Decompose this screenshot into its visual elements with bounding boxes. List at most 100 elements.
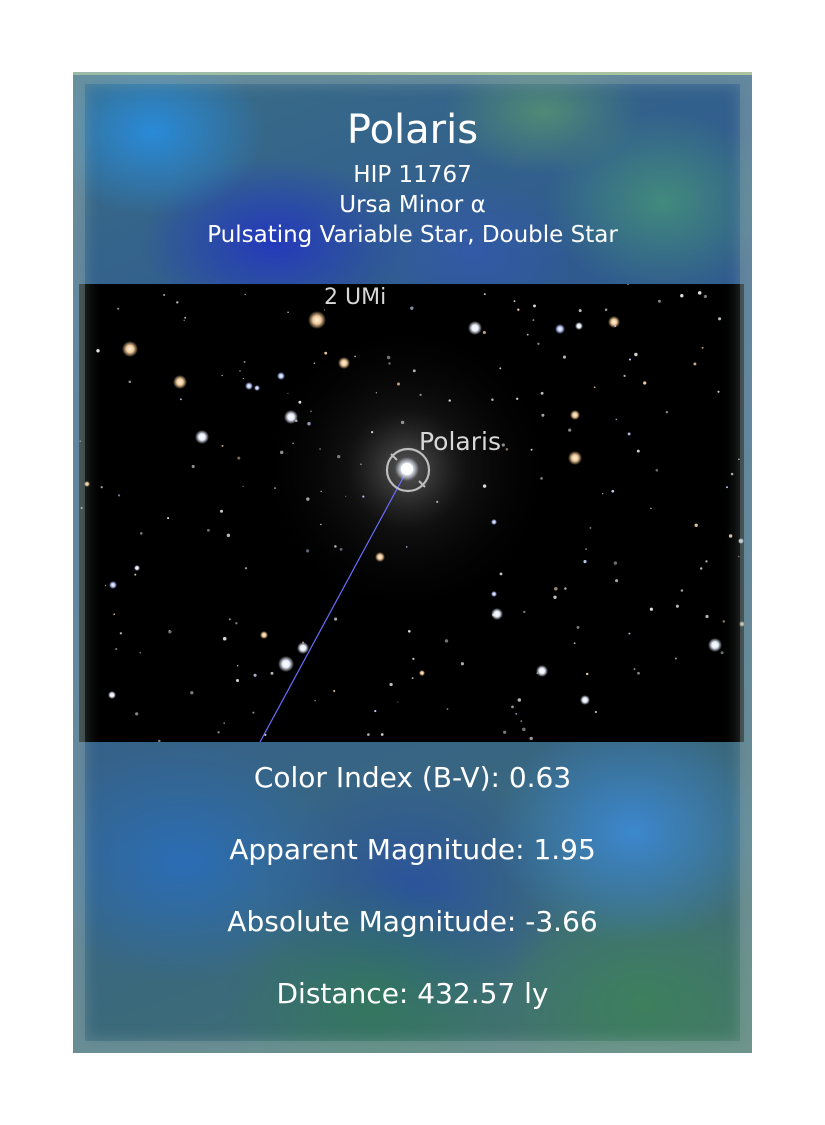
star-point	[580, 695, 590, 705]
faint-star-point	[604, 308, 608, 311]
faint-star-point	[483, 293, 486, 296]
faint-star-point	[104, 584, 107, 587]
faint-star-point	[655, 468, 659, 472]
faint-star-point	[410, 306, 414, 310]
faint-star-point	[292, 442, 294, 444]
star-point	[708, 638, 722, 652]
star-point	[297, 642, 309, 654]
faint-star-point	[705, 614, 709, 619]
faint-star-point	[386, 355, 391, 360]
constellation-designation: Ursa Minor α	[339, 192, 486, 218]
faint-star-point	[279, 450, 284, 455]
faint-star-point	[405, 546, 408, 548]
faint-star-point	[167, 517, 170, 520]
faint-star-point	[583, 560, 587, 564]
faint-star-point	[228, 618, 231, 621]
faint-star-point	[139, 532, 143, 535]
faint-star-point	[223, 722, 225, 724]
faint-star-point	[517, 698, 522, 702]
faint-star-point	[697, 291, 702, 295]
faint-star-point	[446, 708, 449, 710]
faint-star-point	[665, 411, 669, 414]
faint-star-point	[444, 639, 449, 643]
star-point	[245, 382, 253, 390]
star-point	[195, 430, 209, 444]
faint-star-point	[270, 671, 274, 675]
star-point	[575, 322, 583, 330]
faint-star-point	[637, 671, 640, 675]
faint-star-point	[119, 632, 122, 635]
faint-star-point	[614, 325, 617, 327]
faint-star-point	[313, 362, 316, 364]
faint-star-point	[176, 301, 179, 304]
faint-star-point	[730, 472, 734, 476]
faint-star-point	[324, 351, 328, 355]
faint-star-point	[532, 319, 535, 322]
faint-star-point	[333, 689, 336, 693]
faint-star-point	[236, 679, 239, 682]
faint-star-point	[491, 398, 494, 402]
faint-star-point	[615, 418, 618, 421]
star-point	[536, 665, 548, 677]
star-info-card: Polaris HIP 11767 Ursa Minor α Pulsating…	[73, 72, 752, 1053]
star-point	[555, 324, 565, 334]
star-point	[84, 481, 90, 487]
faint-star-point	[728, 534, 733, 538]
faint-star-point	[594, 710, 598, 714]
faint-star-point	[360, 463, 362, 466]
sky-map[interactable]: Polaris 2 UMi	[79, 284, 744, 742]
catalog-id: HIP 11767	[353, 162, 472, 188]
faint-star-point	[492, 613, 496, 617]
faint-star-point	[718, 317, 722, 321]
star-point	[338, 357, 350, 369]
faint-star-point	[737, 555, 740, 558]
faint-star-point	[113, 613, 116, 616]
faint-star-point	[354, 355, 356, 358]
faint-star-point	[242, 377, 245, 380]
star-point	[122, 341, 138, 357]
faint-star-point	[222, 636, 227, 641]
faint-star-point	[221, 444, 224, 447]
faint-star-point	[578, 309, 582, 313]
faint-star-point	[680, 294, 684, 298]
faint-star-point	[388, 362, 391, 365]
faint-star-point	[79, 440, 81, 442]
faint-star-point	[139, 651, 142, 654]
faint-star-point	[726, 486, 728, 489]
faint-star-point	[117, 307, 120, 310]
faint-star-point	[412, 657, 415, 661]
star-point	[568, 451, 582, 465]
faint-star-point	[389, 682, 393, 687]
faint-star-point	[221, 374, 223, 377]
faint-star-point	[526, 333, 529, 336]
faint-star-point	[190, 691, 194, 695]
faint-star-point	[499, 367, 502, 370]
star-point	[468, 321, 482, 335]
faint-star-point	[253, 673, 257, 677]
faint-star-point	[536, 672, 539, 675]
faint-star-point	[738, 458, 740, 461]
faint-star-point	[80, 506, 83, 510]
faint-star-point	[217, 731, 220, 734]
faint-star-point	[306, 497, 310, 501]
faint-star-point	[693, 362, 697, 366]
faint-star-point	[643, 381, 647, 385]
sky-map-canvas[interactable]: Polaris 2 UMi	[79, 284, 744, 742]
faint-star-point	[541, 413, 545, 417]
faint-star-point	[634, 352, 638, 357]
faint-star-point	[585, 672, 589, 676]
faint-star-point	[158, 739, 161, 742]
faint-star-point	[370, 430, 374, 434]
faint-star-point	[407, 629, 411, 633]
faint-star-point	[717, 390, 720, 393]
star-point	[608, 316, 620, 328]
faint-star-point	[553, 595, 557, 600]
faint-star-point	[191, 464, 195, 469]
faint-star-point	[367, 733, 370, 736]
faint-star-point	[650, 507, 652, 510]
faint-star-point	[501, 443, 505, 447]
faint-star-point	[375, 392, 378, 394]
faint-star-point	[287, 311, 289, 314]
star-point	[375, 552, 385, 562]
faint-star-point	[564, 587, 567, 590]
